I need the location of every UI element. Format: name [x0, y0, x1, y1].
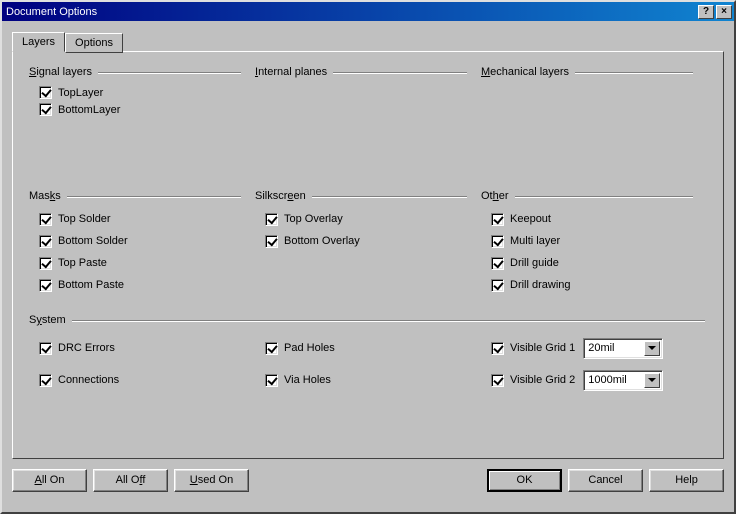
- combo-visible-grid-1[interactable]: 20mil: [583, 338, 663, 359]
- divider: [312, 196, 467, 198]
- checkbox-icon[interactable]: [491, 213, 504, 226]
- tab-options[interactable]: Options: [65, 33, 123, 53]
- check-visible-grid-1[interactable]: Visible Grid 1: [481, 337, 575, 359]
- check-via-holes[interactable]: Via Holes: [255, 369, 331, 391]
- check-bottom-paste[interactable]: Bottom Paste: [29, 274, 255, 296]
- check-top-solder[interactable]: Top Solder: [29, 208, 255, 230]
- group-silkscreen: Silkscreen Top Overlay Bottom Overlay: [255, 190, 481, 296]
- dialog-window: Document Options ? × Layers Options Sign…: [0, 0, 736, 514]
- window-title: Document Options: [6, 6, 696, 18]
- cancel-button[interactable]: Cancel: [568, 469, 643, 492]
- checkbox-icon[interactable]: [265, 342, 278, 355]
- checkbox-icon[interactable]: [39, 257, 52, 270]
- group-label-other: Other: [481, 190, 707, 202]
- check-toplayer[interactable]: TopLayer: [29, 84, 255, 101]
- check-drill-drawing[interactable]: Drill drawing: [481, 274, 707, 296]
- group-label-masks: Masks: [29, 190, 255, 202]
- all-on-button[interactable]: All On: [12, 469, 87, 492]
- tab-page-layers: Signal layers TopLayer BottomLayer Inter…: [12, 51, 724, 459]
- check-top-paste[interactable]: Top Paste: [29, 252, 255, 274]
- tab-layers[interactable]: Layers: [12, 32, 65, 52]
- divider: [72, 320, 705, 322]
- combo-visible-grid-2[interactable]: 1000mil: [583, 370, 663, 391]
- group-internal: Internal planes: [255, 66, 481, 118]
- checkbox-icon[interactable]: [265, 374, 278, 387]
- checkbox-icon[interactable]: [39, 342, 52, 355]
- help-button[interactable]: Help: [649, 469, 724, 492]
- checkbox-icon[interactable]: [39, 103, 52, 116]
- checkbox-icon[interactable]: [39, 279, 52, 292]
- check-drill-guide[interactable]: Drill guide: [481, 252, 707, 274]
- help-button-icon[interactable]: ?: [698, 5, 714, 19]
- check-multilayer[interactable]: Multi layer: [481, 230, 707, 252]
- checkbox-icon[interactable]: [39, 235, 52, 248]
- chevron-down-icon[interactable]: [644, 373, 660, 388]
- checkbox-icon[interactable]: [39, 86, 52, 99]
- checkbox-icon[interactable]: [265, 213, 278, 226]
- group-label-mechanical: Mechanical layers: [481, 66, 707, 78]
- divider: [67, 196, 241, 198]
- ok-button[interactable]: OK: [487, 469, 562, 492]
- group-label-system: System: [29, 314, 707, 326]
- top-groups: Signal layers TopLayer BottomLayer Inter…: [29, 66, 707, 118]
- group-label-silkscreen: Silkscreen: [255, 190, 481, 202]
- checkbox-icon[interactable]: [265, 235, 278, 248]
- group-other: Other Keepout Multi layer Drill guide Dr…: [481, 190, 707, 296]
- tabstrip: Layers Options: [12, 29, 724, 51]
- group-label-signal: Signal layers: [29, 66, 255, 78]
- group-mechanical: Mechanical layers: [481, 66, 707, 118]
- divider: [575, 72, 693, 74]
- group-label-internal: Internal planes: [255, 66, 481, 78]
- client-area: Layers Options Signal layers TopLayer: [2, 21, 734, 512]
- check-bottomlayer[interactable]: BottomLayer: [29, 101, 255, 118]
- check-connections[interactable]: Connections: [29, 369, 119, 391]
- checkbox-icon[interactable]: [491, 374, 504, 387]
- group-signal: Signal layers TopLayer BottomLayer: [29, 66, 255, 118]
- check-top-overlay[interactable]: Top Overlay: [255, 208, 481, 230]
- group-system: System DRC Errors Pad Holes Visible Grid…: [29, 314, 707, 396]
- divider: [98, 72, 241, 74]
- check-visible-grid-2[interactable]: Visible Grid 2: [481, 369, 575, 391]
- checkbox-icon[interactable]: [39, 213, 52, 226]
- mid-groups: Masks Top Solder Bottom Solder Top Paste…: [29, 190, 707, 296]
- checkbox-icon[interactable]: [491, 279, 504, 292]
- check-keepout[interactable]: Keepout: [481, 208, 707, 230]
- button-bar: All On All Off Used On OK Cancel Help: [12, 469, 724, 492]
- used-on-button[interactable]: Used On: [174, 469, 249, 492]
- group-masks: Masks Top Solder Bottom Solder Top Paste…: [29, 190, 255, 296]
- check-bottom-solder[interactable]: Bottom Solder: [29, 230, 255, 252]
- close-icon[interactable]: ×: [716, 5, 732, 19]
- chevron-down-icon[interactable]: [644, 341, 660, 356]
- all-off-button[interactable]: All Off: [93, 469, 168, 492]
- check-drc-errors[interactable]: DRC Errors: [29, 337, 115, 359]
- titlebar: Document Options ? ×: [2, 2, 734, 21]
- checkbox-icon[interactable]: [39, 374, 52, 387]
- check-bottom-overlay[interactable]: Bottom Overlay: [255, 230, 481, 252]
- divider: [515, 196, 693, 198]
- checkbox-icon[interactable]: [491, 342, 504, 355]
- check-pad-holes[interactable]: Pad Holes: [255, 337, 335, 359]
- checkbox-icon[interactable]: [491, 257, 504, 270]
- divider: [333, 72, 467, 74]
- checkbox-icon[interactable]: [491, 235, 504, 248]
